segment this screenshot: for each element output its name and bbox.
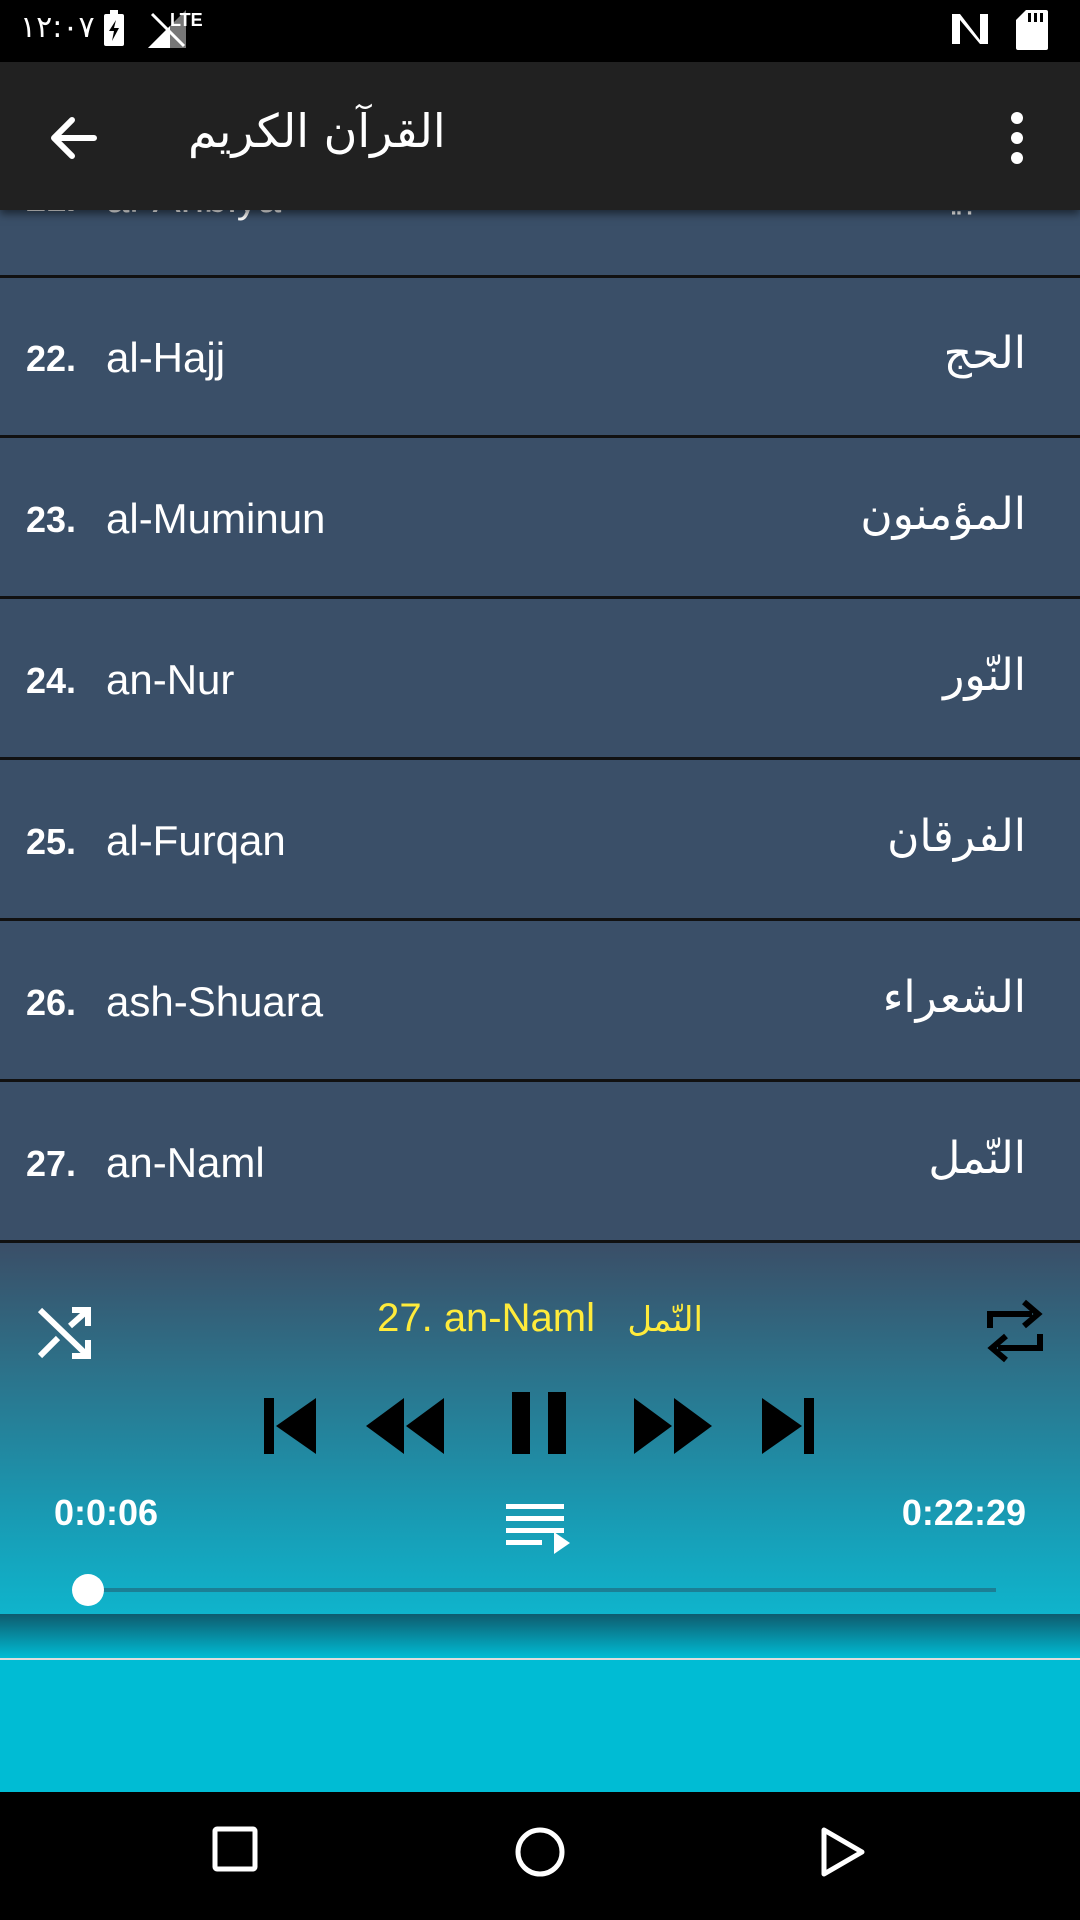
app-toolbar: القرآن الكريم	[0, 62, 1080, 210]
surah-arabic-name: الفرقان	[887, 811, 1026, 862]
surah-number: 27.	[26, 1143, 77, 1184]
surah-arabic-name: الشعراء	[882, 972, 1026, 1023]
player-shadow	[0, 1614, 1080, 1658]
surah-latin-name: al-Hajj	[106, 334, 226, 381]
fast-forward-icon[interactable]	[632, 1396, 714, 1456]
list-item[interactable]: 27. an-Naml النّمل	[0, 1085, 1080, 1243]
surah-latin-name: an-Nur	[106, 656, 235, 703]
surah-latin-name: an-Naml	[106, 1139, 265, 1186]
surah-arabic-name: الحج	[943, 328, 1026, 379]
surah-latin-name: al-Anbiya	[106, 210, 281, 222]
list-item[interactable]: 22. al-Hajj الحج	[0, 280, 1080, 438]
seek-thumb[interactable]	[72, 1574, 104, 1606]
elapsed-time: 0:0:06	[54, 1492, 159, 1533]
surah-latin-name: al-Muminun	[106, 495, 326, 542]
skip-next-icon[interactable]	[760, 1396, 816, 1456]
surah-arabic-name: المؤمنون	[860, 489, 1026, 540]
now-playing-latin: 27. an-Naml	[377, 1296, 595, 1340]
surah-list[interactable]: 21. al-Anbiya الأنبياء 22. al-Hajj الحج …	[0, 210, 1080, 1246]
back-icon[interactable]	[820, 1826, 866, 1878]
skip-previous-icon[interactable]	[262, 1396, 318, 1456]
list-item[interactable]: 23. al-Muminun المؤمنون	[0, 441, 1080, 599]
surah-number: 24.	[26, 660, 77, 701]
home-icon[interactable]	[514, 1826, 566, 1878]
banner-area	[0, 1658, 1080, 1792]
more-vert-icon[interactable]	[1000, 108, 1034, 168]
list-item[interactable]: 24. an-Nur النّور	[0, 602, 1080, 760]
rewind-icon[interactable]	[364, 1396, 446, 1456]
status-time: ١٢:٠٧	[20, 10, 95, 45]
audio-player: 27. an-Naml النّمل 0:0:06 0:22:29	[0, 1246, 1080, 1614]
list-item[interactable]: 21. al-Anbiya الأنبياء	[0, 210, 1080, 278]
pause-icon[interactable]	[510, 1390, 568, 1456]
playlist-play-icon[interactable]	[504, 1502, 572, 1556]
now-playing: 27. an-Naml النّمل	[0, 1296, 1080, 1341]
surah-number: 25.	[26, 821, 77, 862]
system-nav-bar	[0, 1792, 1080, 1920]
surah-arabic-name: الأنبياء	[916, 210, 1026, 219]
nfc-icon	[952, 14, 988, 44]
surah-latin-name: ash-Shuara	[106, 978, 324, 1025]
list-item[interactable]: 26. ash-Shuara الشعراء	[0, 924, 1080, 1082]
network-type: LTE	[170, 10, 203, 30]
repeat-icon[interactable]	[984, 1298, 1046, 1364]
surah-latin-name: al-Furqan	[106, 817, 286, 864]
surah-number: 21.	[26, 210, 76, 220]
recents-icon[interactable]	[212, 1826, 258, 1872]
surah-arabic-name: النّور	[943, 650, 1026, 701]
list-item[interactable]: 25. al-Furqan الفرقان	[0, 763, 1080, 921]
surah-number: 26.	[26, 982, 77, 1023]
battery-charging-icon	[104, 10, 124, 46]
surah-arabic-name: النّمل	[928, 1133, 1026, 1184]
surah-number: 22.	[26, 338, 77, 379]
page-title: القرآن الكريم	[188, 104, 446, 158]
surah-number: 23.	[26, 499, 77, 540]
seek-bar[interactable]	[88, 1588, 996, 1592]
sd-card-icon	[1016, 10, 1048, 50]
now-playing-arabic: النّمل	[627, 1300, 703, 1340]
total-duration: 0:22:29	[901, 1492, 1026, 1533]
arrow-back-icon[interactable]	[44, 108, 104, 168]
status-bar: ١٢:٠٧ LTE	[0, 0, 1080, 62]
